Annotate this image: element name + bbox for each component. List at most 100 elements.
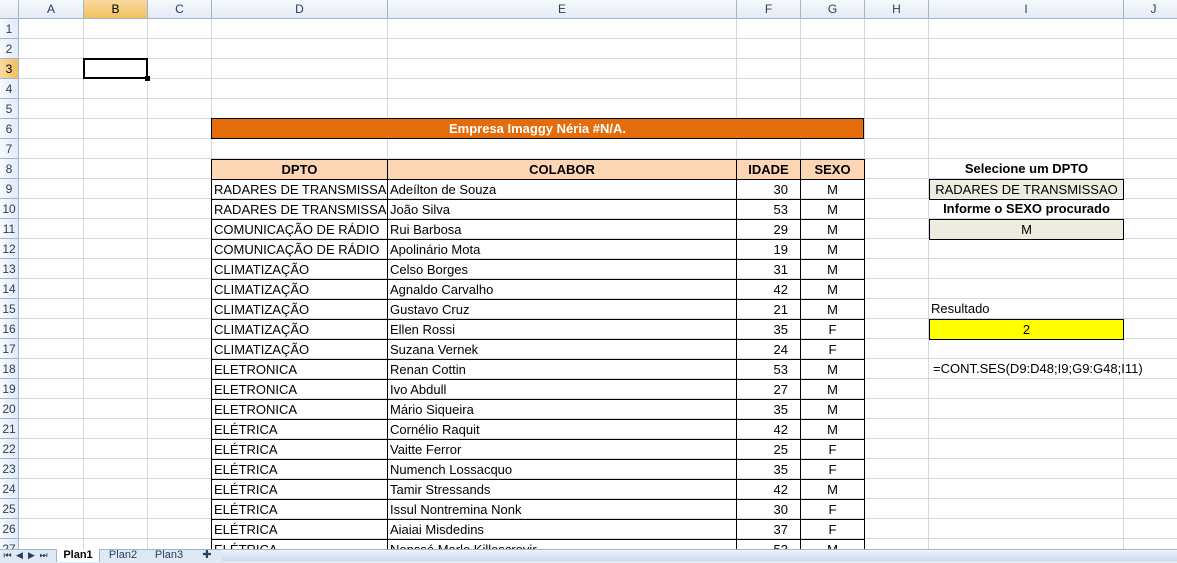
- tab-plan2[interactable]: Plan2: [102, 549, 144, 562]
- table-cell-idade[interactable]: 19: [736, 239, 801, 260]
- table-cell-colabor[interactable]: Issul Nontremina Nonk: [387, 499, 737, 520]
- table-cell-colabor[interactable]: Ellen Rossi: [387, 319, 737, 340]
- table-cell-sexo[interactable]: M: [800, 279, 865, 300]
- active-cell-b3[interactable]: [83, 58, 148, 79]
- table-cell-colabor[interactable]: Nonssé Marlo Killoscrovir: [387, 539, 737, 549]
- table-cell-idade[interactable]: 35: [736, 319, 801, 340]
- first-sheet-icon[interactable]: ⏮: [2, 549, 13, 562]
- tab-plan3[interactable]: Plan3: [148, 549, 190, 562]
- table-cell-colabor[interactable]: Celso Borges: [387, 259, 737, 280]
- table-cell-idade[interactable]: 35: [736, 399, 801, 420]
- table-cell-colabor[interactable]: Renan Cottin: [387, 359, 737, 380]
- row-header[interactable]: 24: [0, 479, 19, 499]
- table-cell-dpto[interactable]: ELÉTRICA: [211, 439, 388, 460]
- table-cell-colabor[interactable]: Gustavo Cruz: [387, 299, 737, 320]
- table-cell-idade[interactable]: 31: [736, 259, 801, 280]
- table-cell-sexo[interactable]: F: [800, 339, 865, 360]
- table-cell-dpto[interactable]: ELETRONICA: [211, 359, 388, 380]
- table-cell-colabor[interactable]: Aiaiai Misdedins: [387, 519, 737, 540]
- row-header[interactable]: 6: [0, 119, 19, 139]
- table-cell-sexo[interactable]: M: [800, 299, 865, 320]
- table-cell-idade[interactable]: 53: [736, 539, 801, 549]
- table-cell-sexo[interactable]: F: [800, 459, 865, 480]
- table-cell-idade[interactable]: 29: [736, 219, 801, 240]
- row-header[interactable]: 14: [0, 279, 19, 299]
- row-header[interactable]: 20: [0, 399, 19, 419]
- row-header[interactable]: 23: [0, 459, 19, 479]
- column-header-h[interactable]: H: [865, 0, 929, 19]
- column-header-j[interactable]: J: [1124, 0, 1177, 19]
- row-header[interactable]: 18: [0, 359, 19, 379]
- row-header[interactable]: 7: [0, 139, 19, 159]
- table-cell-dpto[interactable]: COMUNICAÇÃO DE RÁDIO: [211, 239, 388, 260]
- row-header[interactable]: 16: [0, 319, 19, 339]
- column-header-e[interactable]: E: [388, 0, 737, 19]
- table-cell-dpto[interactable]: ELÉTRICA: [211, 519, 388, 540]
- table-cell-idade[interactable]: 27: [736, 379, 801, 400]
- row-header[interactable]: 8: [0, 159, 19, 179]
- table-cell-idade[interactable]: 42: [736, 279, 801, 300]
- table-cell-sexo[interactable]: M: [800, 419, 865, 440]
- table-cell-sexo[interactable]: M: [800, 359, 865, 380]
- table-cell-dpto[interactable]: ELÉTRICA: [211, 479, 388, 500]
- tab-plan1[interactable]: Plan1: [56, 549, 100, 562]
- horizontal-scrollbar[interactable]: [222, 550, 1177, 561]
- insert-sheet-icon[interactable]: ✚: [196, 549, 218, 562]
- table-cell-sexo[interactable]: M: [800, 239, 865, 260]
- column-header-d[interactable]: D: [212, 0, 388, 19]
- table-cell-idade[interactable]: 42: [736, 479, 801, 500]
- table-cell-sexo[interactable]: F: [800, 519, 865, 540]
- table-cell-colabor[interactable]: Agnaldo Carvalho: [387, 279, 737, 300]
- table-cell-colabor[interactable]: Ivo Abdull: [387, 379, 737, 400]
- table-cell-colabor[interactable]: Tamir Stressands: [387, 479, 737, 500]
- row-header[interactable]: 13: [0, 259, 19, 279]
- table-cell-idade[interactable]: 35: [736, 459, 801, 480]
- column-header-i[interactable]: I: [929, 0, 1124, 19]
- row-header[interactable]: 2: [0, 39, 19, 59]
- row-header[interactable]: 3: [0, 59, 19, 79]
- row-header[interactable]: 10: [0, 199, 19, 219]
- row-header[interactable]: 5: [0, 99, 19, 119]
- table-cell-idade[interactable]: 42: [736, 419, 801, 440]
- table-cell-dpto[interactable]: ELÉTRICA: [211, 499, 388, 520]
- row-header[interactable]: 1: [0, 19, 19, 39]
- spreadsheet-grid[interactable]: A B C D E F G H I J 1 2 3 4 5 6 7 8 9 10 11 12 13 14 1…: [0, 0, 1177, 549]
- sex-input[interactable]: M: [929, 219, 1124, 240]
- table-cell-idade[interactable]: 53: [736, 199, 801, 220]
- table-header-sexo[interactable]: SEXO: [800, 159, 865, 180]
- table-cell-colabor[interactable]: Cornélio Raquit: [387, 419, 737, 440]
- last-sheet-icon[interactable]: ⏭: [38, 549, 49, 562]
- table-cell-sexo[interactable]: M: [800, 399, 865, 420]
- table-cell-dpto[interactable]: ELETRONICA: [211, 379, 388, 400]
- table-cell-colabor[interactable]: Numench Lossacquo: [387, 459, 737, 480]
- fill-handle[interactable]: [145, 76, 150, 81]
- table-cell-sexo[interactable]: M: [800, 259, 865, 280]
- result-value[interactable]: 2: [929, 319, 1124, 340]
- table-cell-idade[interactable]: 30: [736, 179, 801, 200]
- row-header[interactable]: 11: [0, 219, 19, 239]
- table-cell-sexo[interactable]: M: [800, 539, 865, 549]
- table-cell-colabor[interactable]: Rui Barbosa: [387, 219, 737, 240]
- table-cell-colabor[interactable]: Vaitte Ferror: [387, 439, 737, 460]
- table-header-idade[interactable]: IDADE: [736, 159, 801, 180]
- column-header-f[interactable]: F: [737, 0, 801, 19]
- table-cell-colabor[interactable]: Adeílton de Souza: [387, 179, 737, 200]
- table-cell-dpto[interactable]: CLIMATIZAÇÃO: [211, 279, 388, 300]
- table-cell-idade[interactable]: 30: [736, 499, 801, 520]
- row-header[interactable]: 27: [0, 539, 19, 549]
- table-cell-sexo[interactable]: M: [800, 179, 865, 200]
- row-header[interactable]: 26: [0, 519, 19, 539]
- table-cell-dpto[interactable]: CLIMATIZAÇÃO: [211, 339, 388, 360]
- prev-sheet-icon[interactable]: ◀: [14, 549, 25, 562]
- table-cell-dpto[interactable]: CLIMATIZAÇÃO: [211, 259, 388, 280]
- column-header-g[interactable]: G: [801, 0, 865, 19]
- row-header[interactable]: 17: [0, 339, 19, 359]
- table-header-dpto[interactable]: DPTO: [211, 159, 388, 180]
- table-cell-sexo[interactable]: M: [800, 379, 865, 400]
- row-header[interactable]: 9: [0, 179, 19, 199]
- table-cell-idade[interactable]: 21: [736, 299, 801, 320]
- table-cell-dpto[interactable]: RADARES DE TRANSMISSAO: [211, 199, 388, 220]
- column-header-c[interactable]: C: [148, 0, 212, 19]
- table-cell-sexo[interactable]: M: [800, 219, 865, 240]
- table-cell-idade[interactable]: 53: [736, 359, 801, 380]
